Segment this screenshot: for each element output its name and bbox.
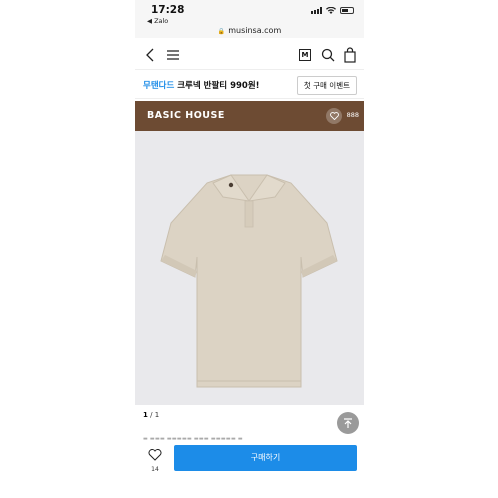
brand-like-count: 888	[346, 111, 359, 119]
musinsa-home-icon[interactable]: M	[297, 47, 313, 63]
wifi-icon	[326, 7, 336, 14]
back-to-app-link[interactable]: ◀ Zalo	[147, 17, 168, 25]
promo-text: 무탠다드 크루넥 반팔티 990원!	[143, 81, 260, 91]
first-purchase-event-button[interactable]: 첫 구매 이벤트	[296, 76, 357, 95]
status-time: 17:28	[151, 4, 185, 16]
url-text: musinsa.com	[228, 26, 282, 35]
image-pager: 1 / 1	[143, 411, 160, 419]
phone-screen: 17:28 ◀ Zalo 🔒 musinsa.com M 무탠다드 크루넥 반팔티…	[135, 0, 364, 498]
promo-banner[interactable]: 무탠다드 크루넥 반팔티 990원! 첫 구매 이벤트	[135, 72, 364, 99]
product-image[interactable]	[135, 131, 364, 405]
brand-like-button[interactable]	[326, 108, 342, 124]
product-like-count: 14	[151, 466, 159, 473]
heart-outline-icon	[148, 449, 162, 461]
signal-icon	[311, 7, 322, 14]
heart-icon	[329, 112, 339, 120]
status-bar: 17:28 ◀ Zalo 🔒 musinsa.com	[135, 0, 364, 38]
back-arrow-icon[interactable]	[143, 47, 159, 63]
arrow-up-icon	[344, 418, 352, 428]
search-icon[interactable]	[320, 47, 336, 63]
shopping-bag-icon[interactable]	[342, 47, 358, 63]
battery-icon	[340, 7, 354, 14]
top-nav: M	[135, 40, 364, 70]
hamburger-menu-icon[interactable]	[165, 47, 181, 63]
brand-name: BASIC HOUSE	[147, 110, 225, 121]
address-bar[interactable]: 🔒 musinsa.com	[135, 26, 364, 35]
buy-button[interactable]: 구매하기	[174, 445, 357, 471]
scroll-top-button[interactable]	[337, 412, 359, 434]
status-indicators	[311, 7, 354, 14]
lock-icon: 🔒	[217, 28, 226, 35]
brand-banner[interactable]: BASIC HOUSE 888	[135, 101, 364, 131]
product-like-button[interactable]: 14	[147, 446, 163, 473]
polo-shirt-image	[160, 174, 338, 388]
bottom-action-bar: 14 구매하기	[135, 442, 364, 474]
